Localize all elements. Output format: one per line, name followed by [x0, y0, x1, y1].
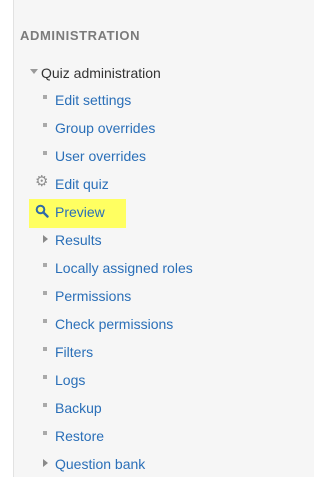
- bullet-icon: [43, 375, 47, 379]
- menu-item-label: Results: [55, 232, 102, 248]
- menu-item-label: User overrides: [55, 148, 147, 164]
- bullet-icon: [43, 431, 47, 435]
- menu-item-label: Preview: [55, 204, 105, 220]
- panel-title: ADMINISTRATION: [20, 28, 141, 43]
- bullet-icon: [43, 95, 47, 99]
- gear-icon: ⚙: [35, 173, 49, 190]
- menu-item-label: Locally assigned roles: [55, 260, 193, 276]
- menu-item-label: Restore: [55, 428, 105, 444]
- bullet-icon: [43, 291, 47, 295]
- bullet-icon: [43, 123, 47, 127]
- magnifier-icon: [35, 204, 49, 218]
- bullet-icon: [43, 319, 47, 323]
- bullet-icon: [43, 263, 47, 267]
- bullet-icon: [43, 347, 47, 351]
- expanded-arrow-icon: [30, 69, 38, 74]
- menu-item-label: Edit settings: [55, 92, 132, 108]
- menu-item-label: Check permissions: [55, 316, 174, 332]
- collapsed-arrow-icon: [43, 235, 48, 243]
- menu-item-label: Edit quiz: [55, 176, 109, 192]
- collapsed-arrow-icon: [43, 459, 48, 467]
- menu-item-label: Logs: [55, 372, 86, 388]
- bullet-icon: [43, 403, 47, 407]
- menu-item-label: Filters: [55, 344, 94, 360]
- menu-item-label: Question bank: [55, 456, 146, 472]
- menu-item-label: Group overrides: [55, 120, 156, 136]
- menu-item-label: Permissions: [55, 288, 132, 304]
- tree-root-label: Quiz administration: [41, 65, 161, 81]
- menu-item-label: Backup: [55, 400, 102, 416]
- bullet-icon: [43, 151, 47, 155]
